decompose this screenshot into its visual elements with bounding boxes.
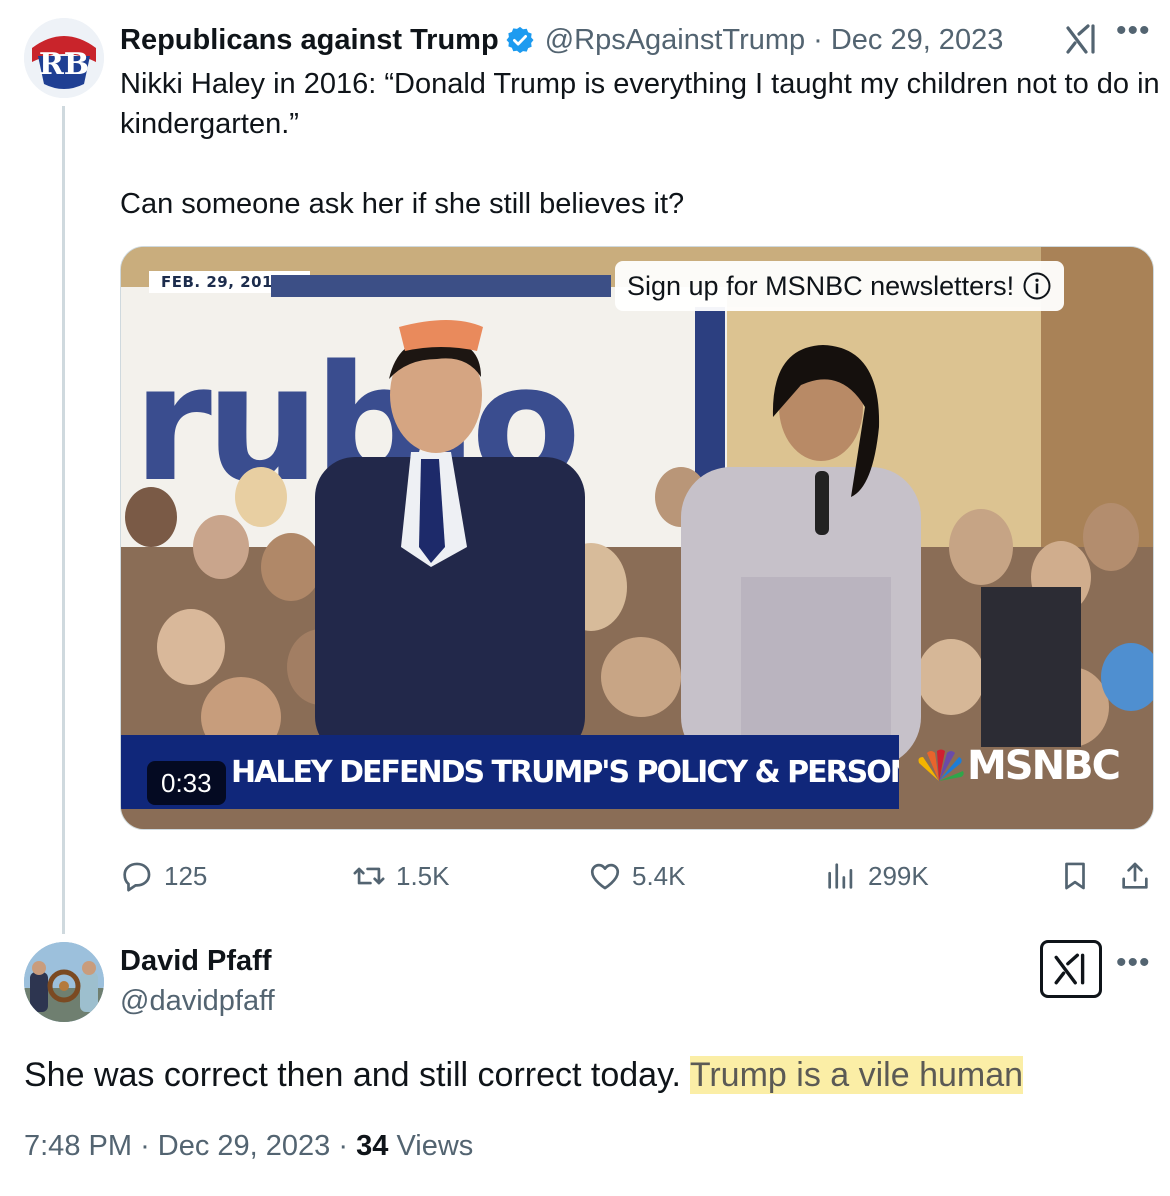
reply-author-name[interactable]: David Pfaff [120, 942, 271, 980]
bookmark-icon [1065, 862, 1085, 890]
more-icon[interactable]: ••• [1116, 16, 1151, 46]
share-button[interactable] [1118, 856, 1152, 896]
reply-author-handle[interactable]: @davidpfaff [120, 982, 275, 1020]
tweet-header: Republicans against Trump @RpsAgainstTru… [120, 20, 1003, 60]
verified-badge-icon [506, 26, 534, 54]
reply-count: 125 [164, 860, 208, 891]
separator-dot: · [338, 1130, 349, 1162]
reply-button[interactable]: 125 [120, 856, 207, 896]
svg-text:RB: RB [39, 47, 89, 82]
like-icon [590, 863, 620, 890]
newsletter-signup-banner[interactable]: Sign up for MSNBC newsletters! [615, 261, 1065, 311]
reply-metadata: 7:48 PM · Dec 29, 2023 · 34 Views [24, 1130, 473, 1163]
grok-icon[interactable] [1064, 22, 1100, 56]
reply-text-plain: She was correct then and still correct t… [24, 1056, 690, 1094]
bookmark-button[interactable] [1058, 856, 1092, 896]
reply-text: She was correct then and still correct t… [24, 1052, 1024, 1098]
grok-button[interactable] [1040, 940, 1102, 998]
reply-views-count[interactable]: 34 [356, 1130, 388, 1162]
news-chyron: HALEY DEFENDS TRUMP'S POLICY & PERSONNEL… [121, 735, 899, 809]
tweet-text-paragraph-2: Can someone ask her if she still believe… [120, 188, 685, 220]
info-icon[interactable] [1022, 271, 1052, 301]
views-count: 299K [868, 860, 929, 891]
retweet-count: 1.5K [396, 860, 450, 891]
author-name[interactable]: Republicans against Trump [120, 24, 499, 57]
more-icon[interactable]: ••• [1116, 948, 1151, 978]
reply-time[interactable]: 7:48 PM [24, 1130, 132, 1162]
network-logo: MSNBC [913, 743, 1121, 789]
like-count: 5.4K [632, 860, 686, 891]
author-avatar[interactable]: RB [24, 18, 104, 98]
tweet-date[interactable]: Dec 29, 2023 [831, 24, 1004, 57]
reply-date[interactable]: Dec 29, 2023 [158, 1130, 331, 1162]
peacock-icon [918, 749, 964, 781]
tweet-text: Nikki Haley in 2016: “Donald Trump is ev… [120, 64, 1160, 224]
tweet-text-paragraph-1: Nikki Haley in 2016: “Donald Trump is ev… [120, 68, 1160, 140]
reply-author-avatar[interactable] [24, 942, 104, 1022]
share-icon [1122, 862, 1148, 889]
video-duration: 0:33 [147, 761, 226, 805]
views-button[interactable]: 299K [824, 856, 929, 896]
views-icon [828, 863, 853, 889]
separator-dot: · [140, 1130, 150, 1162]
thread-connector-line [62, 106, 65, 934]
author-handle[interactable]: @RpsAgainstTrump [545, 24, 805, 57]
like-button[interactable]: 5.4K [588, 856, 686, 896]
reply-views-label: Views [396, 1130, 474, 1162]
network-name: MSNBC [967, 743, 1121, 789]
video-player[interactable]: rubio FEB. 29, 2016 Sign up for MSNBC ne… [120, 246, 1154, 830]
newsletter-signup-text: Sign up for MSNBC newsletters! [627, 270, 1015, 301]
grok-icon [1054, 953, 1085, 985]
reply-icon [123, 862, 151, 892]
separator-dot: · [813, 23, 823, 56]
retweet-button[interactable]: 1.5K [352, 856, 450, 896]
date-tag-bar [271, 275, 611, 297]
reply-text-highlighted: Trump is a vile human [689, 1056, 1024, 1094]
retweet-icon [353, 867, 385, 885]
